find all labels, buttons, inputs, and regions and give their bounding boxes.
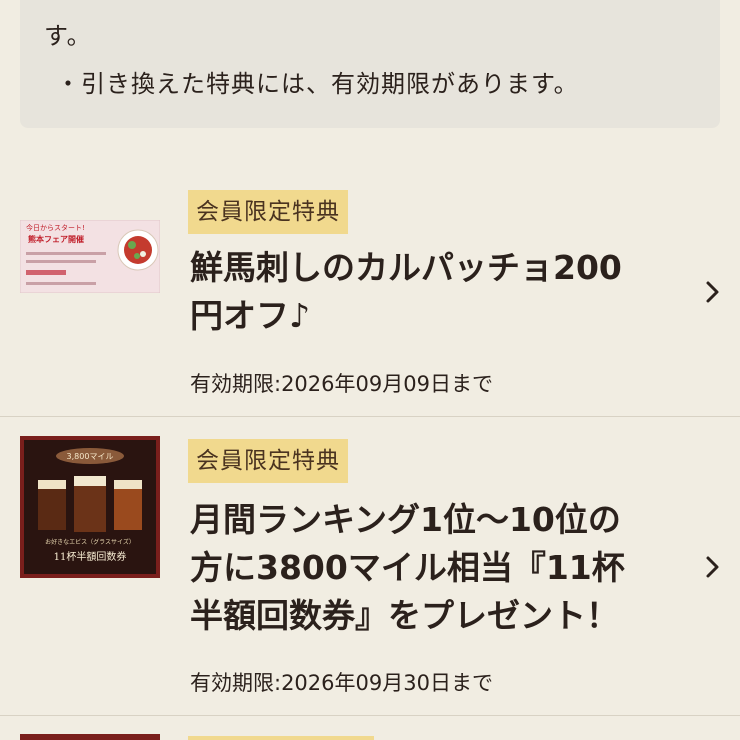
chevron-right-icon[interactable]	[705, 280, 721, 304]
coupon-title-line: 方に3800マイル相当『11杯	[190, 548, 625, 587]
notice-line-2: ・引き換えた特典には、有効期限があります。	[56, 70, 579, 98]
coupon-item-3[interactable]	[0, 716, 740, 740]
coupon-thumbnail-2: 3,800マイル お好きなエビス（グラスサイズ） 11杯半額回数券	[20, 436, 160, 578]
notice-line-1: す。	[44, 22, 92, 50]
coupon-title-line: 鮮馬刺しのカルパッチョ200	[190, 248, 622, 287]
coupon-thumbnail-3	[20, 734, 160, 740]
coupon-title: 鮮馬刺しのカルパッチョ200 円オフ♪	[190, 244, 685, 340]
coupon-tag: 会員限定特典	[188, 190, 348, 234]
coupon-title: 月間ランキング1位～10位の 方に3800マイル相当『11杯 半額回数券』をプレ…	[190, 496, 685, 640]
thumb2-bottom: 11杯半額回数券	[54, 550, 127, 563]
thumb1-sub: 熊本フェア開催	[28, 234, 84, 244]
chevron-right-icon[interactable]	[705, 555, 721, 579]
thumb2-top: 3,800マイル	[67, 452, 114, 461]
coupon-title-line: 月間ランキング1位～10位の	[190, 500, 621, 539]
coupon-item-1[interactable]: 今日からスタート! 熊本フェア開催 会員限定特典 鮮馬刺しのカルパッチョ200 …	[0, 128, 740, 417]
notice-box: す。 ・引き換えた特典には、有効期限があります。	[20, 0, 720, 128]
coupon-thumbnail-1: 今日からスタート! 熊本フェア開催	[20, 220, 160, 293]
coupon-expiry: 有効期限:2026年09月30日まで	[190, 671, 493, 695]
coupon-item-2[interactable]: 3,800マイル お好きなエビス（グラスサイズ） 11杯半額回数券 会員限定特典…	[0, 417, 740, 716]
thumb1-banner: 今日からスタート!	[26, 223, 85, 232]
coupon-expiry: 有効期限:2026年09月09日まで	[190, 372, 493, 396]
coupon-tag: 会員限定特典	[188, 439, 348, 483]
coupon-title-line: 円オフ♪	[190, 296, 311, 335]
coupon-tag	[188, 736, 374, 740]
coupon-title-line: 半額回数券』をプレゼント！	[190, 596, 619, 635]
thumb2-middle: お好きなエビス（グラスサイズ）	[45, 538, 135, 546]
